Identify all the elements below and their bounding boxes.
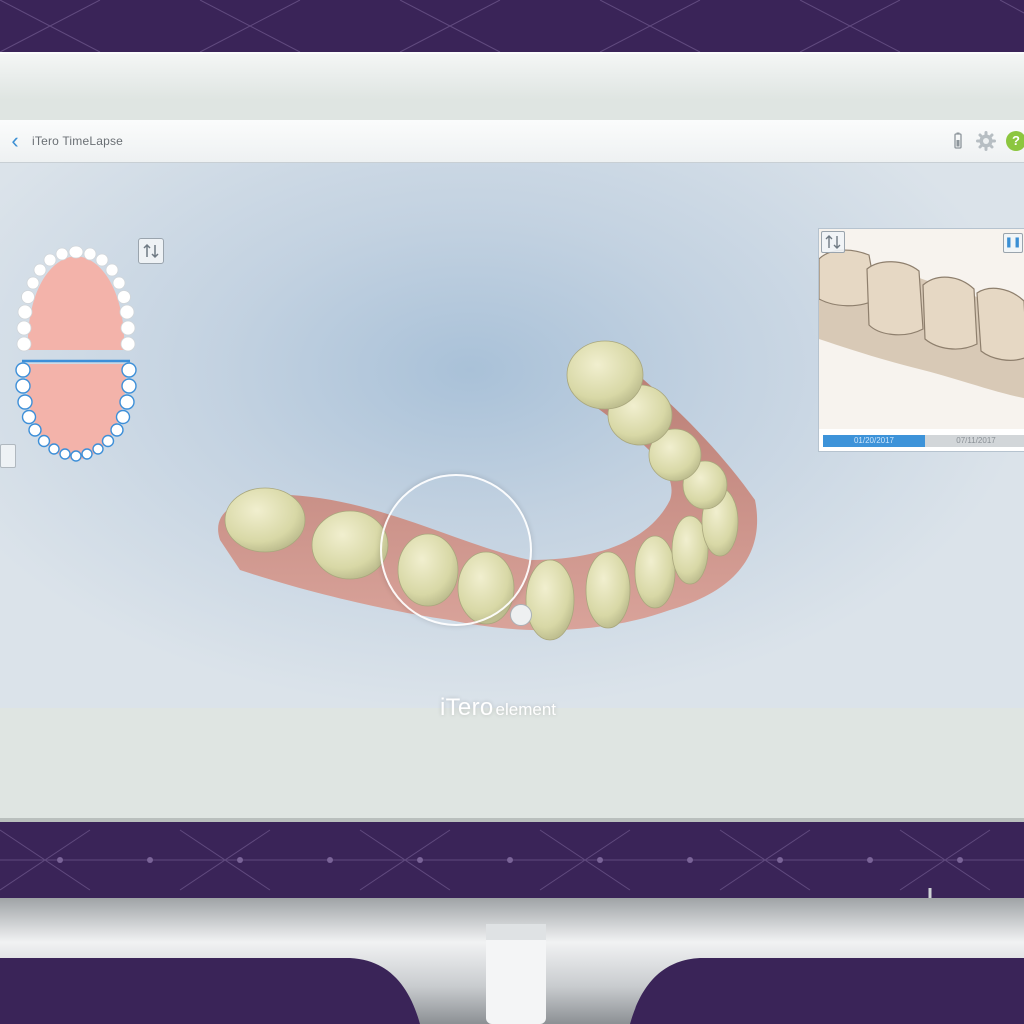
screen: ‹ iTero TimeLapse ? ❚❚ 01/20/2017 07/11/… [0,120,1024,708]
brand-name: iTero [440,694,494,721]
preview-scan-image [819,229,1024,429]
pause-icon[interactable]: ❚❚ [1003,233,1023,253]
brand-logo: iTero element [440,694,556,722]
help-icon[interactable]: ? [1006,131,1024,151]
side-toggle-icon[interactable] [0,444,16,468]
chevron-left-icon: ‹ [11,128,19,153]
app-title: iTero TimeLapse [32,134,124,148]
swap-arch-icon[interactable] [138,238,164,264]
date-timeline: 01/20/2017 07/11/2017 [823,435,1024,447]
gear-icon[interactable] [976,131,996,151]
app-header: ‹ iTero TimeLapse ? [0,120,1024,163]
arch-map[interactable] [6,240,146,472]
swap-view-icon[interactable] [821,231,845,253]
magnifier-handle[interactable] [510,604,532,626]
date-segment-second[interactable]: 07/11/2017 [925,435,1024,447]
magnifier-lens[interactable] [380,474,532,626]
date-segment-first[interactable]: 01/20/2017 [823,435,925,447]
lower-arch[interactable] [15,359,137,462]
brand-suffix: element [495,700,557,719]
back-button[interactable]: ‹ [6,130,24,152]
timelapse-preview-panel: ❚❚ 01/20/2017 07/11/2017 [818,228,1024,452]
battery-icon[interactable] [948,131,968,151]
upper-arch[interactable] [16,245,136,352]
device-stand [0,888,1024,1024]
